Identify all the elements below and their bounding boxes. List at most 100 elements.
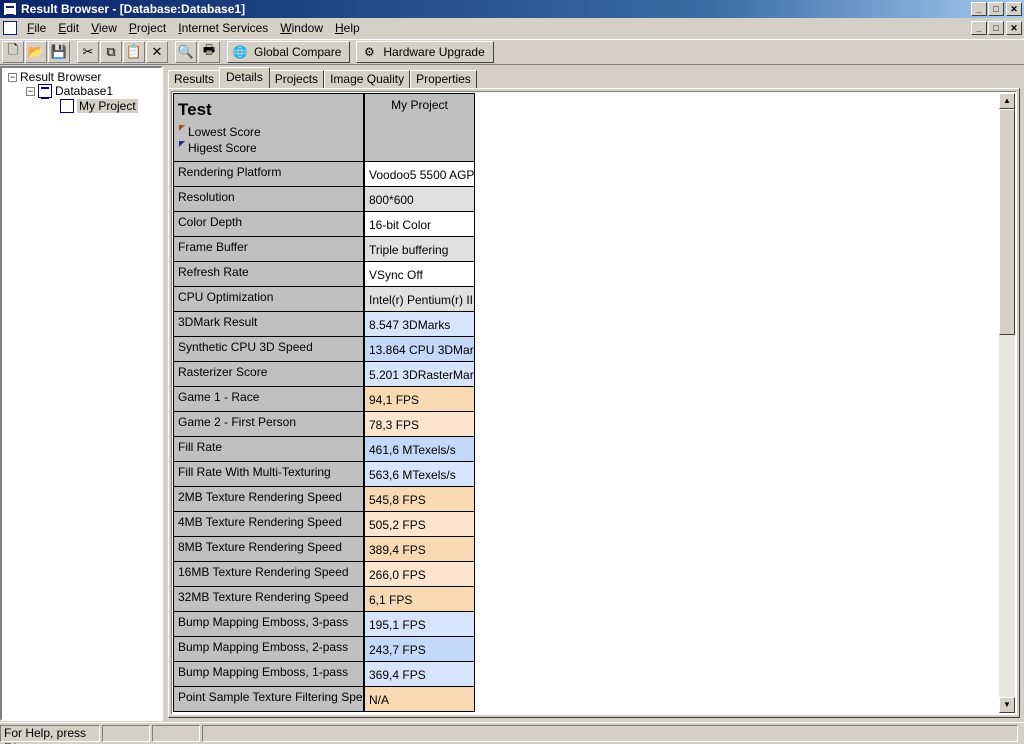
scroll-thumb[interactable] bbox=[999, 109, 1015, 335]
menu-internet-services[interactable]: Internet Services bbox=[172, 18, 274, 38]
row-value[interactable]: 8.547 3DMarks bbox=[365, 312, 475, 337]
maximize-button[interactable]: □ bbox=[988, 2, 1004, 16]
menu-view[interactable]: View bbox=[85, 18, 123, 38]
row-value[interactable]: 78,3 FPS bbox=[365, 412, 475, 437]
table-row: Rasterizer Score 5.201 3DRasterMarks bbox=[173, 362, 475, 387]
tree-node-database[interactable]: − Database1 bbox=[26, 84, 114, 99]
row-value[interactable]: 16-bit Color bbox=[365, 212, 475, 237]
tree-label-database: Database1 bbox=[55, 84, 114, 98]
collapse-icon[interactable]: − bbox=[26, 86, 35, 96]
pane-splitter[interactable] bbox=[163, 66, 167, 721]
delete-icon[interactable]: ✕ bbox=[146, 41, 168, 63]
tab-properties[interactable]: Properties bbox=[410, 70, 477, 88]
row-value[interactable]: 461,6 MTexels/s bbox=[365, 437, 475, 462]
table-row: 3DMark Result 8.547 3DMarks bbox=[173, 312, 475, 337]
mdi-minimize-button[interactable]: _ bbox=[971, 21, 987, 35]
project-icon bbox=[60, 99, 74, 113]
row-value[interactable]: 195,1 FPS bbox=[365, 612, 475, 637]
menu-project[interactable]: Project bbox=[123, 18, 172, 38]
row-value[interactable]: N/A bbox=[365, 687, 475, 712]
mdi-close-button[interactable]: ✕ bbox=[1006, 21, 1022, 35]
paste-icon[interactable]: 📋 bbox=[123, 41, 145, 63]
row-value[interactable]: 13.864 CPU 3DMarks bbox=[365, 337, 475, 362]
tree-label-root: Result Browser bbox=[20, 70, 102, 84]
scroll-up-icon[interactable]: ▲ bbox=[999, 93, 1015, 109]
tab-results[interactable]: Results bbox=[168, 70, 221, 88]
save-icon[interactable]: 💾 bbox=[48, 41, 70, 63]
row-value[interactable]: 389,4 FPS bbox=[365, 537, 475, 562]
row-label: 3DMark Result bbox=[173, 312, 365, 337]
status-pane-3 bbox=[202, 725, 1018, 742]
status-bar: For Help, press F1 bbox=[0, 722, 1024, 744]
mdi-controls: _ □ ✕ bbox=[970, 21, 1022, 35]
close-button[interactable]: ✕ bbox=[1006, 2, 1022, 16]
tree-node-root[interactable]: − Result Browser bbox=[8, 70, 101, 84]
open-icon[interactable]: 📂 bbox=[25, 41, 47, 63]
row-label: 4MB Texture Rendering Speed bbox=[173, 512, 365, 537]
row-label: Bump Mapping Emboss, 2-pass bbox=[173, 637, 365, 662]
table-row: Game 1 - Race 94,1 FPS bbox=[173, 387, 475, 412]
row-label: Point Sample Texture Filtering Speed bbox=[173, 687, 365, 712]
row-value[interactable]: 243,7 FPS bbox=[365, 637, 475, 662]
tab-strip: Results Details Projects Image Quality P… bbox=[168, 67, 477, 88]
document-icon[interactable] bbox=[3, 21, 17, 35]
window-title: Result Browser - [Database:Database1] bbox=[21, 2, 246, 16]
row-value[interactable]: 505,2 FPS bbox=[365, 512, 475, 537]
row-label: Game 2 - First Person bbox=[173, 412, 365, 437]
row-label: Synthetic CPU 3D Speed bbox=[173, 337, 365, 362]
tree-view[interactable]: − Result Browser − Database1 My Project bbox=[0, 66, 163, 721]
row-label: Color Depth bbox=[173, 212, 365, 237]
collapse-icon[interactable]: − bbox=[8, 72, 17, 82]
row-label: Fill Rate bbox=[173, 437, 365, 462]
row-label: Bump Mapping Emboss, 1-pass bbox=[173, 662, 365, 687]
row-value[interactable]: 266,0 FPS bbox=[365, 562, 475, 587]
row-value[interactable]: 563,6 MTexels/s bbox=[365, 462, 475, 487]
highest-marker-icon bbox=[179, 141, 185, 147]
global-compare-button[interactable]: 🌐 Global Compare bbox=[227, 41, 351, 63]
row-value[interactable]: Voodoo5 5500 AGP bbox=[365, 162, 475, 187]
row-label: CPU Optimization bbox=[173, 287, 365, 312]
row-value[interactable]: 369,4 FPS bbox=[365, 662, 475, 687]
scroll-down-icon[interactable]: ▼ bbox=[999, 697, 1015, 713]
title-bar[interactable]: Result Browser - [Database:Database1] _ … bbox=[0, 0, 1024, 18]
menu-file[interactable]: File bbox=[21, 18, 52, 38]
table-row: 4MB Texture Rendering Speed 505,2 FPS bbox=[173, 512, 475, 537]
row-label: 16MB Texture Rendering Speed bbox=[173, 562, 365, 587]
table-row: 8MB Texture Rendering Speed 389,4 FPS bbox=[173, 537, 475, 562]
mdi-restore-button[interactable]: □ bbox=[988, 21, 1004, 35]
row-value[interactable]: Intel(r) Pentium(r) III bbox=[365, 287, 475, 312]
print-preview-icon[interactable]: 🔍 bbox=[175, 41, 197, 63]
status-pane-2 bbox=[152, 725, 200, 742]
tree-label-project: My Project bbox=[77, 99, 138, 113]
print-icon[interactable]: 🖶 bbox=[198, 41, 220, 63]
menu-window[interactable]: Window bbox=[274, 18, 329, 38]
row-label: 8MB Texture Rendering Speed bbox=[173, 537, 365, 562]
tab-details[interactable]: Details bbox=[219, 67, 270, 88]
row-value[interactable]: 5.201 3DRasterMarks bbox=[365, 362, 475, 387]
row-value[interactable]: 545,8 FPS bbox=[365, 487, 475, 512]
row-label: Game 1 - Race bbox=[173, 387, 365, 412]
table-row: Frame Buffer Triple buffering bbox=[173, 237, 475, 262]
row-value[interactable]: 800*600 bbox=[365, 187, 475, 212]
table-row: Synthetic CPU 3D Speed 13.864 CPU 3DMarks bbox=[173, 337, 475, 362]
row-value[interactable]: VSync Off bbox=[365, 262, 475, 287]
tab-image-quality[interactable]: Image Quality bbox=[324, 70, 411, 88]
cut-icon[interactable]: ✂ bbox=[77, 41, 99, 63]
copy-icon[interactable]: ⧉ bbox=[100, 41, 122, 63]
new-icon[interactable]: 🗋 bbox=[2, 41, 24, 63]
row-value[interactable]: Triple buffering bbox=[365, 237, 475, 262]
menu-edit[interactable]: Edit bbox=[52, 18, 85, 38]
menu-help[interactable]: Help bbox=[329, 18, 366, 38]
table-row: 2MB Texture Rendering Speed 545,8 FPS bbox=[173, 487, 475, 512]
tree-node-project[interactable]: My Project bbox=[60, 99, 138, 113]
row-value[interactable]: 94,1 FPS bbox=[365, 387, 475, 412]
table-row: Point Sample Texture Filtering Speed N/A bbox=[173, 687, 475, 712]
vertical-scrollbar[interactable]: ▲ ▼ bbox=[999, 93, 1015, 713]
table-row: Fill Rate 461,6 MTexels/s bbox=[173, 437, 475, 462]
grid-header-project[interactable]: My Project bbox=[365, 93, 475, 162]
app-icon[interactable] bbox=[3, 2, 17, 16]
row-value[interactable]: 6,1 FPS bbox=[365, 587, 475, 612]
tab-projects[interactable]: Projects bbox=[268, 70, 325, 88]
minimize-button[interactable]: _ bbox=[971, 2, 987, 16]
hardware-upgrade-button[interactable]: ⚙ Hardware Upgrade bbox=[356, 41, 494, 63]
